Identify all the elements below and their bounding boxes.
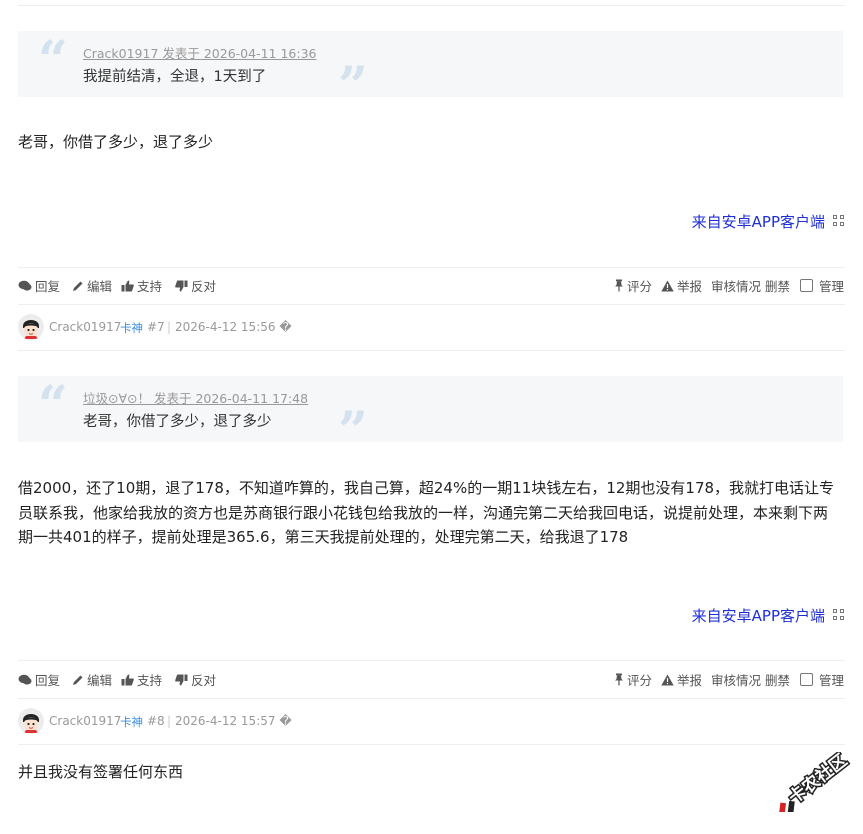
meta-divider bbox=[18, 744, 845, 745]
oppose-label: 反对 bbox=[191, 279, 217, 294]
edit-button[interactable]: 编辑 bbox=[72, 670, 112, 689]
quote-text: 我提前结清，全退，1天到了 bbox=[83, 69, 267, 85]
svg-text:卡农社区: 卡农社区 bbox=[785, 752, 852, 808]
pencil-icon bbox=[73, 675, 83, 685]
review-link[interactable]: 审核情况 bbox=[711, 276, 761, 295]
report-label: 举报 bbox=[677, 279, 703, 294]
quote-block: “ 垃圾⊙∀⊙！ 发表于 2026-04-11 17:48 老哥，你借了多少，退… bbox=[18, 375, 843, 458]
quote-open-icon: “ bbox=[38, 30, 68, 91]
oppose-button[interactable]: 反对 bbox=[175, 670, 216, 689]
action-divider bbox=[18, 267, 845, 268]
avatar[interactable] bbox=[18, 314, 44, 340]
quote-author-link[interactable]: Crack01917 发表于 2026-04-11 16:36 bbox=[83, 43, 317, 62]
from-app-link[interactable]: 来自安卓APP客户端 bbox=[692, 605, 825, 626]
report-button[interactable]: 举报 bbox=[661, 276, 702, 295]
edit-button[interactable]: 编辑 bbox=[72, 276, 112, 295]
warning-icon bbox=[661, 674, 674, 685]
rate-button[interactable]: 评分 bbox=[614, 276, 652, 295]
avatar[interactable] bbox=[18, 708, 44, 734]
checkbox[interactable] bbox=[800, 279, 813, 292]
comment-icon bbox=[18, 280, 32, 291]
post-body: 借2000，还了10期，退了178，不知道咋算的，我自己算，超24%的一期11块… bbox=[18, 479, 835, 546]
rank-badge: 卡神 bbox=[120, 321, 143, 335]
support-label: 支持 bbox=[137, 673, 163, 688]
reply-button[interactable]: 回复 bbox=[18, 670, 60, 689]
floor-number[interactable]: #8 bbox=[147, 714, 165, 728]
support-button[interactable]: 支持 bbox=[121, 276, 162, 295]
quote-close-icon: ” bbox=[338, 56, 368, 117]
reply-label: 回复 bbox=[35, 673, 61, 688]
post-actions: 回复 编辑 支持 反对 评分 举报 审核情况 删禁 管理 bbox=[18, 276, 845, 296]
thumbs-up-icon bbox=[121, 674, 134, 685]
quote-open-icon: “ bbox=[38, 375, 68, 436]
manage-checkbox[interactable]: 管理 bbox=[800, 670, 844, 689]
post-time: 2026-4-12 15:56 � bbox=[175, 320, 292, 334]
meta-separator: | bbox=[167, 714, 172, 728]
oppose-label: 反对 bbox=[191, 673, 217, 688]
edit-label: 编辑 bbox=[87, 673, 113, 688]
reply-label: 回复 bbox=[35, 279, 61, 294]
reply-button[interactable]: 回复 bbox=[18, 276, 60, 295]
quote-block: “ Crack01917 发表于 2026-04-11 16:36 我提前结清，… bbox=[18, 30, 843, 113]
support-button[interactable]: 支持 bbox=[121, 670, 162, 689]
report-label: 举报 bbox=[677, 673, 703, 688]
manage-label: 管理 bbox=[819, 673, 845, 688]
pin-icon bbox=[615, 673, 623, 686]
post-body: 老哥，你借了多少，退了多少 bbox=[18, 133, 214, 151]
from-app-link[interactable]: 来自安卓APP客户端 bbox=[692, 211, 825, 232]
thumbs-down-icon bbox=[175, 674, 188, 685]
warning-icon bbox=[661, 280, 674, 291]
manage-label: 管理 bbox=[819, 279, 845, 294]
support-label: 支持 bbox=[137, 279, 163, 294]
post-body: 并且我没有签署任何东西 bbox=[18, 763, 184, 781]
report-button[interactable]: 举报 bbox=[661, 670, 702, 689]
author-link[interactable]: Crack01917 bbox=[49, 320, 121, 334]
author-link[interactable]: Crack01917 bbox=[49, 714, 121, 728]
ban-link[interactable]: 删禁 bbox=[765, 276, 790, 295]
meta-separator: | bbox=[167, 320, 172, 334]
post-divider bbox=[18, 304, 845, 305]
rank-badge: 卡神 bbox=[120, 715, 143, 729]
top-divider bbox=[18, 5, 845, 6]
quote-text: 老哥，你借了多少，退了多少 bbox=[83, 414, 272, 430]
edit-label: 编辑 bbox=[87, 279, 113, 294]
pencil-icon bbox=[73, 281, 83, 291]
oppose-button[interactable]: 反对 bbox=[175, 276, 216, 295]
action-divider bbox=[18, 660, 845, 661]
thumbs-down-icon bbox=[175, 280, 188, 291]
rate-label: 评分 bbox=[627, 673, 653, 688]
manage-checkbox[interactable]: 管理 bbox=[800, 276, 844, 295]
rate-label: 评分 bbox=[627, 279, 653, 294]
floor-number[interactable]: #7 bbox=[147, 320, 165, 334]
meta-divider bbox=[18, 350, 845, 351]
post-time: 2026-4-12 15:57 � bbox=[175, 714, 292, 728]
post-divider bbox=[18, 698, 845, 699]
thumbs-up-icon bbox=[121, 280, 134, 291]
watermark-logo: 卡农社区 bbox=[760, 748, 860, 815]
post-actions: 回复 编辑 支持 反对 评分 举报 审核情况 删禁 管理 bbox=[18, 670, 845, 690]
review-link[interactable]: 审核情况 bbox=[711, 670, 761, 689]
ban-link[interactable]: 删禁 bbox=[765, 670, 790, 689]
comment-icon bbox=[18, 674, 32, 685]
qrcode-icon[interactable] bbox=[833, 215, 845, 227]
qrcode-icon[interactable] bbox=[833, 609, 845, 621]
checkbox[interactable] bbox=[800, 673, 813, 686]
rate-button[interactable]: 评分 bbox=[614, 670, 652, 689]
pin-icon bbox=[615, 279, 623, 292]
quote-author-link[interactable]: 垃圾⊙∀⊙！ 发表于 2026-04-11 17:48 bbox=[83, 388, 308, 407]
quote-close-icon: ” bbox=[338, 401, 368, 462]
